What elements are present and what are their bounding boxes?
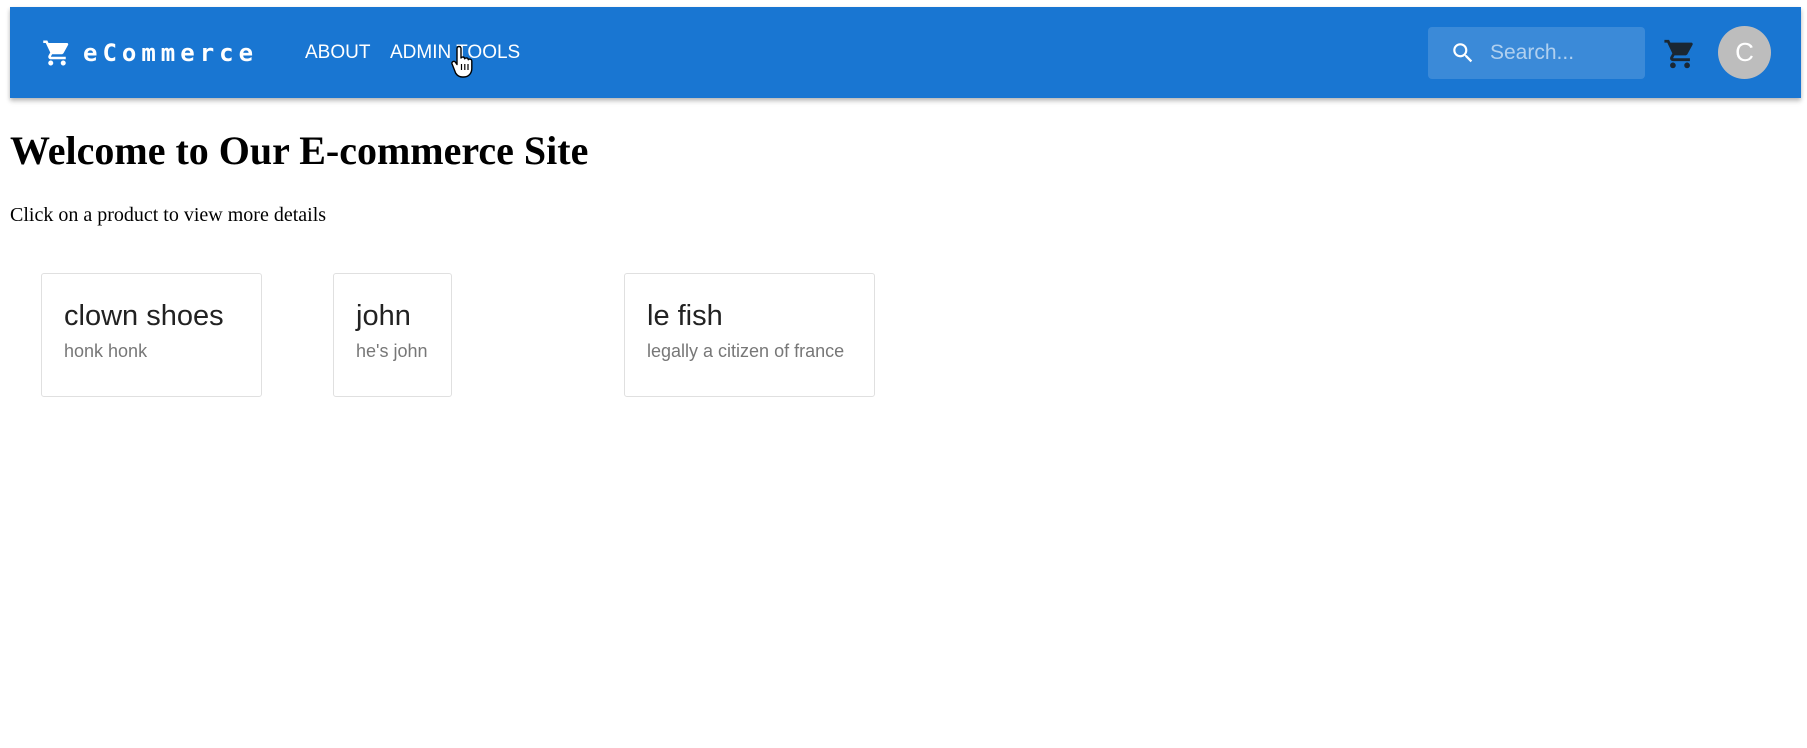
search-box	[1428, 27, 1645, 79]
page-title: Welcome to Our E-commerce Site	[10, 128, 589, 173]
brand-title: eCommerce	[83, 39, 259, 67]
product-name: john	[356, 300, 411, 332]
product-card[interactable]: le fish legally a citizen of france	[624, 273, 875, 397]
product-card[interactable]: clown shoes honk honk	[41, 273, 262, 397]
search-icon	[1453, 43, 1473, 63]
shopping-cart-icon	[1664, 39, 1693, 69]
product-description: honk honk	[64, 341, 148, 361]
product-description: legally a citizen of france	[647, 341, 845, 361]
product-name: clown shoes	[64, 300, 224, 332]
search-input[interactable]	[1490, 27, 1635, 79]
product-description: he's john	[356, 341, 428, 361]
page-subtitle: Click on a product to view more details	[10, 204, 327, 226]
product-name: le fish	[647, 300, 723, 332]
shopping-cart-icon	[43, 40, 69, 66]
cart-button[interactable]	[1663, 37, 1697, 71]
product-card[interactable]: john he's john	[333, 273, 452, 397]
nav-about-link[interactable]: ABOUT	[305, 42, 370, 64]
nav-admin-tools-link[interactable]: ADMIN TOOLS	[390, 42, 520, 64]
user-avatar[interactable]: C	[1718, 26, 1771, 79]
app-bar: eCommerce ABOUT ADMIN TOOLS C	[10, 7, 1801, 98]
